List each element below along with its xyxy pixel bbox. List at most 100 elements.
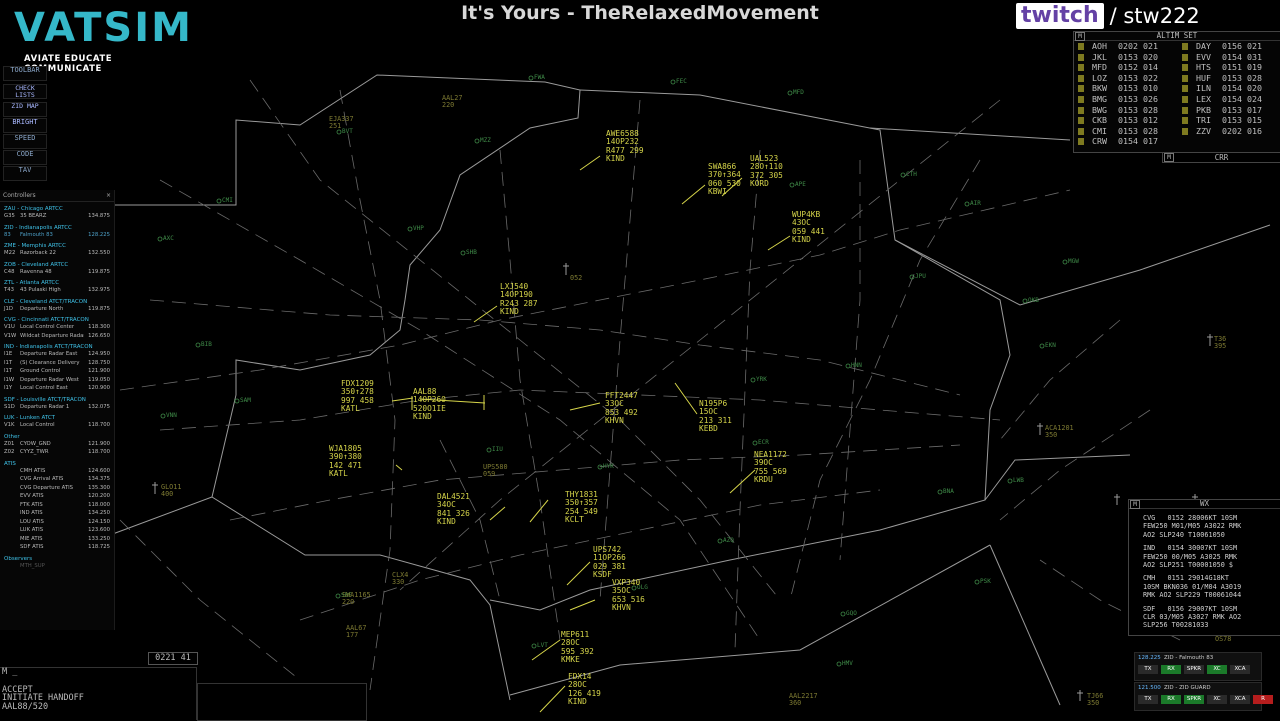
controller-row[interactable]: I1E Departure Radar East 124.950 bbox=[0, 350, 114, 359]
datablock-mep611[interactable]: MEP611 28OC 595 392 KMKE bbox=[561, 630, 594, 664]
datablock-awe6588[interactable]: AWE6588 14OP232 R477 299 KIND bbox=[606, 129, 644, 163]
controller-row[interactable]: CVG Arrival ATIS 134.375 bbox=[0, 475, 114, 484]
controller-row[interactable]: SDF ATIS 118.725 bbox=[0, 543, 114, 552]
comm-rx-button[interactable]: RX bbox=[1161, 695, 1181, 704]
controller-row[interactable]: S1D Departure Radar 1 132.075 bbox=[0, 403, 114, 412]
datablock-ups742[interactable]: UPS742 11OP266 029 381 KSDF bbox=[593, 545, 626, 579]
ldb-glo11[interactable]: GLO11 400 bbox=[161, 483, 181, 499]
toolbar-button-toolbar[interactable]: TOOLBAR bbox=[3, 66, 47, 81]
weather-window[interactable]: M WX CVG 0152 28006KT 10SM FEW250 M01/M0… bbox=[1128, 499, 1280, 636]
datablock-fft2447[interactable]: FFT2447 33OC 853 492 KHVN bbox=[605, 391, 638, 425]
altim-menu-button[interactable]: M bbox=[1075, 32, 1085, 41]
toolbar-button-speed[interactable]: SPEED bbox=[3, 134, 47, 149]
ldb-aal67[interactable]: AAL67 177 bbox=[346, 624, 366, 640]
toolbar-button-check-lists[interactable]: CHECK LISTS bbox=[3, 84, 47, 99]
datablock-wup4kb[interactable]: WUP4KB 43OC 059 441 KIND bbox=[792, 210, 825, 244]
controller-row[interactable]: Z02 CYYZ_TWR 118.700 bbox=[0, 448, 114, 457]
controller-row[interactable]: I1Y Local Control East 120.900 bbox=[0, 384, 114, 393]
datablock-vxp340[interactable]: VXP340 35OC 653 516 KHVN bbox=[612, 578, 645, 612]
ldb-clx4[interactable]: CLX4 330 bbox=[392, 571, 408, 587]
wx-reports: CVG 0152 28006KT 10SM FEW250 M01/M05 A30… bbox=[1129, 514, 1280, 630]
ldb-aal27[interactable]: AAL27 220 bbox=[442, 94, 462, 110]
datablock-fdx1209[interactable]: FDX1209 350↑278 997 458 KATL bbox=[341, 379, 374, 413]
toolbar-button-tav[interactable]: TAV bbox=[3, 166, 47, 181]
comm-xc-button[interactable]: XC bbox=[1207, 665, 1227, 674]
comm-xca-button[interactable]: XCA bbox=[1230, 695, 1250, 704]
comm-spkr-button[interactable]: SPKR bbox=[1184, 695, 1204, 704]
controller-row[interactable]: G35 35 BEARZ 134.875 bbox=[0, 212, 114, 221]
controller-row[interactable]: EVV ATIS 120.200 bbox=[0, 492, 114, 501]
ldb-ups580[interactable]: UPS580 059 bbox=[483, 463, 508, 479]
altim-station: LOZ bbox=[1092, 72, 1107, 83]
datablock-nea1172[interactable]: NEA1172 39OC 755 569 KRDU bbox=[754, 450, 787, 484]
ldb-tj66[interactable]: TJ66 350 bbox=[1087, 692, 1103, 708]
comm-buttons: TX RX SPKR XC XCA R bbox=[1135, 693, 1273, 706]
controller-name: Departure North bbox=[20, 305, 64, 312]
controller-row[interactable]: CMH ATIS 124.600 bbox=[0, 467, 114, 476]
ldb-x52[interactable]: 052 bbox=[570, 274, 582, 282]
crr-window[interactable]: M CRR bbox=[1162, 152, 1280, 163]
controller-row[interactable]: V1U Local Control Center 118.300 bbox=[0, 323, 114, 332]
datablock-thy1831[interactable]: THY1831 350↑357 254 549 KCLT bbox=[565, 490, 598, 524]
ldb-aal2217[interactable]: AAL2217 360 bbox=[789, 692, 818, 708]
altim-row: BKW 0153 010 ILN 0154 020 bbox=[1074, 83, 1280, 94]
datablock-n195p6[interactable]: N195P6 15OC 213 311 KEBD bbox=[699, 399, 732, 433]
fix-label: VHP bbox=[413, 225, 424, 232]
controller-row[interactable]: LOU ATIS 124.150 bbox=[0, 518, 114, 527]
comm-xca-button[interactable]: XCA bbox=[1230, 665, 1250, 674]
ldb-t36[interactable]: T36 395 bbox=[1214, 335, 1226, 351]
controller-row[interactable]: I1T Ground Control 121.900 bbox=[0, 367, 114, 376]
comm-r-button[interactable]: R bbox=[1253, 695, 1273, 704]
controller-name: LUK ATIS bbox=[20, 527, 44, 533]
comm-xc-button[interactable]: XC bbox=[1207, 695, 1227, 704]
comm-frequency: 128.225 bbox=[1138, 655, 1161, 661]
altim-row: CKB 0153 012 TRI 0153 015 bbox=[1074, 115, 1280, 126]
controller-row[interactable]: I1W Departure Radar West 119.050 bbox=[0, 376, 114, 385]
toolbar-button-bright[interactable]: BRIGHT bbox=[3, 118, 47, 133]
wx-menu-button[interactable]: M bbox=[1130, 500, 1140, 509]
controller-row[interactable]: IND ATIS 134.250 bbox=[0, 509, 114, 518]
controller-row[interactable]: CVG Departure ATIS 135.300 bbox=[0, 484, 114, 493]
controller-row[interactable]: MIE ATIS 133.250 bbox=[0, 535, 114, 544]
crr-menu-button[interactable]: M bbox=[1164, 153, 1174, 162]
datablock-aal88[interactable]: AAL88 14OP260 520O1IE KIND bbox=[413, 387, 446, 421]
comm-frequency: 121.500 bbox=[1138, 685, 1161, 691]
command-prompt[interactable]: M _ bbox=[0, 668, 196, 677]
controller-row[interactable]: T43 43 Pulaski High 132.975 bbox=[0, 286, 114, 295]
ldb-eja337[interactable]: EJA337 251 bbox=[329, 115, 354, 131]
close-icon[interactable]: × bbox=[106, 192, 111, 199]
comm-spkr-button[interactable]: SPKR bbox=[1184, 665, 1204, 674]
fix-label: HNN bbox=[851, 362, 862, 369]
datablock-fdx14[interactable]: FDX14 28OC 126 419 KIND bbox=[568, 672, 601, 706]
ldb-os78[interactable]: OS78 bbox=[1215, 635, 1231, 643]
comm-tx-button[interactable]: TX bbox=[1138, 695, 1158, 704]
toolbar-button-code[interactable]: CODE bbox=[3, 150, 47, 165]
controller-row[interactable]: FTK ATIS 118.000 bbox=[0, 501, 114, 510]
controller-row[interactable]: I1T (S) Clearance Delivery 128.750 bbox=[0, 359, 114, 368]
altim-status-box bbox=[1078, 64, 1084, 72]
controller-row[interactable]: 83 Falmouth 83 128.225 bbox=[0, 231, 114, 240]
comm-rx-button[interactable]: RX bbox=[1161, 665, 1181, 674]
datablock-lxj540[interactable]: LXJ540 14OP190 R243 287 KIND bbox=[500, 282, 538, 316]
datablock-wja1805[interactable]: WJA1805 390↑380 142 471 KATL bbox=[329, 444, 362, 478]
datablock-dal4521[interactable]: DAL4521 34OC 841 326 KIND bbox=[437, 492, 470, 526]
ldb-swa1165[interactable]: SWA1165 220 bbox=[342, 591, 371, 607]
controller-row[interactable]: J1D Departure North 119.875 bbox=[0, 305, 114, 314]
comm-tx-button[interactable]: TX bbox=[1138, 665, 1158, 674]
altimeter-settings-window[interactable]: M ALTIM SET AOH 0202 021 DAY 0156 021 JKL 015… bbox=[1073, 31, 1280, 153]
toolbar-button-zid-map[interactable]: ZID MAP bbox=[3, 102, 47, 117]
controller-row[interactable]: Z01 CYOW_GND 121.900 bbox=[0, 440, 114, 449]
wx-header: M WX bbox=[1129, 500, 1280, 509]
controller-row[interactable]: M22 Razorback 22 132.550 bbox=[0, 249, 114, 258]
altim-status-box bbox=[1182, 117, 1188, 125]
ldb-aca1201[interactable]: ACA1201 350 bbox=[1045, 424, 1074, 440]
controller-row[interactable]: MTH_SUP bbox=[0, 562, 114, 571]
datablock-ual523[interactable]: UAL523 28O↑110 372 305 KORD bbox=[750, 154, 783, 188]
controller-row[interactable]: LUK ATIS 123.600 bbox=[0, 526, 114, 535]
controller-row[interactable]: C48 Ravenna 48 119.875 bbox=[0, 268, 114, 277]
controller-row[interactable]: V1K Local Control 118.700 bbox=[0, 421, 114, 430]
controller-frequency: 124.950 bbox=[88, 351, 110, 357]
controller-row[interactable]: V1W Wildcat Departure Radar 126.650 bbox=[0, 332, 114, 341]
datablock-swa866[interactable]: SWA866 370↑364 060 530 KBWI bbox=[708, 162, 741, 196]
preview-area[interactable]: M _ ACCEPT INITIATE HANDOFF AAL88/520 bbox=[0, 667, 197, 720]
